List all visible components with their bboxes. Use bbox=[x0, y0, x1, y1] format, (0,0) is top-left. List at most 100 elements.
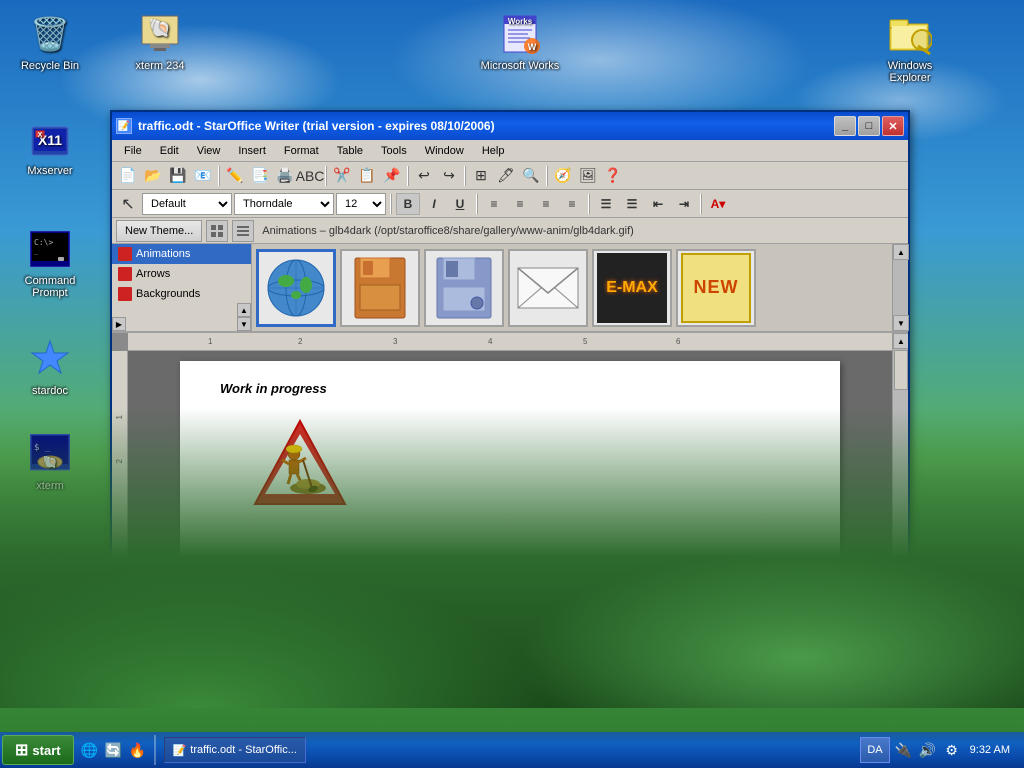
scroll-down-button[interactable]: ▼ bbox=[893, 614, 908, 630]
title-bar: 📝 traffic.odt - StarOffice Writer (trial… bbox=[112, 112, 908, 140]
insert-mode[interactable]: INSRT bbox=[372, 648, 432, 668]
save-button[interactable]: 💾 bbox=[166, 165, 190, 187]
desktop-icon-xterm[interactable]: $ _ 🐚 xterm bbox=[10, 430, 90, 492]
spellcheck-button[interactable]: ABC bbox=[298, 165, 322, 187]
draw-button[interactable]: 🖊 bbox=[494, 165, 518, 187]
menu-format[interactable]: Format bbox=[276, 143, 327, 159]
gallery-button[interactable]: 🖼 bbox=[576, 165, 600, 187]
menu-window[interactable]: Window bbox=[417, 143, 472, 159]
redo-button[interactable]: ↪ bbox=[437, 165, 461, 187]
align-right-button[interactable]: ≡ bbox=[534, 193, 558, 215]
menu-table[interactable]: Table bbox=[329, 143, 371, 159]
help-button[interactable]: ❓ bbox=[601, 165, 625, 187]
justify-button[interactable]: ≡ bbox=[560, 193, 584, 215]
align-center-button[interactable]: ≡ bbox=[508, 193, 532, 215]
email-button[interactable]: 📧 bbox=[191, 165, 215, 187]
menu-file[interactable]: File bbox=[116, 143, 150, 159]
gallery-scroll-up[interactable]: ▲ bbox=[893, 244, 909, 260]
category-animations[interactable]: Animations bbox=[112, 244, 251, 264]
gallery-thumb-email[interactable] bbox=[508, 249, 588, 327]
desktop-icon-recycle[interactable]: 🗑️ Recycle Bin bbox=[10, 10, 90, 72]
desktop-icon-stardoc[interactable]: stardoc bbox=[10, 335, 90, 397]
gallery-thumb-disk1[interactable] bbox=[340, 249, 420, 327]
italic-button[interactable]: I bbox=[422, 193, 446, 215]
numlist-button[interactable]: ☰ bbox=[620, 193, 644, 215]
indent-less-button[interactable]: ⇤ bbox=[646, 193, 670, 215]
list-button[interactable]: ☰ bbox=[594, 193, 618, 215]
category-scroll-up[interactable]: ▲ bbox=[237, 303, 251, 317]
gallery-thumb-disk2[interactable] bbox=[424, 249, 504, 327]
maximize-button[interactable]: □ bbox=[858, 116, 880, 136]
bold-button[interactable]: B bbox=[396, 193, 420, 215]
table-button[interactable]: ⊞ bbox=[469, 165, 493, 187]
category-arrows[interactable]: Arrows bbox=[112, 264, 251, 284]
undo-button[interactable]: ↩ bbox=[412, 165, 436, 187]
scroll-page-up[interactable]: ▲▲ bbox=[893, 582, 908, 598]
underline-button[interactable]: U bbox=[448, 193, 472, 215]
menu-tools[interactable]: Tools bbox=[373, 143, 415, 159]
category-scroll-down[interactable]: ▼ bbox=[237, 317, 251, 331]
language-button[interactable]: DA bbox=[860, 737, 889, 763]
menu-view[interactable]: View bbox=[189, 143, 229, 159]
scroll-left-button[interactable]: ◀ bbox=[112, 631, 128, 647]
category-expand[interactable]: ▶ bbox=[112, 317, 126, 331]
scroll-right-button[interactable]: ▶ bbox=[892, 631, 908, 647]
doc-scroll-area[interactable]: Work in progress bbox=[128, 351, 892, 630]
gallery-thumb-new[interactable]: NEW bbox=[676, 249, 756, 327]
font-dropdown[interactable]: Thorndale bbox=[234, 193, 334, 215]
menu-help[interactable]: Help bbox=[474, 143, 513, 159]
extra-mode[interactable]: * bbox=[532, 648, 562, 668]
desktop-icon-cmdprompt[interactable]: C:\> _ Command Prompt bbox=[10, 225, 90, 299]
quicklaunch-ie[interactable]: 🌐 bbox=[80, 740, 100, 760]
category-backgrounds[interactable]: Backgrounds bbox=[112, 284, 251, 304]
navigator-button[interactable]: 🧭 bbox=[551, 165, 575, 187]
open-button[interactable]: 📂 bbox=[141, 165, 165, 187]
size-dropdown[interactable]: 12 bbox=[336, 193, 386, 215]
hyp-mode[interactable]: HYP bbox=[482, 648, 532, 668]
menu-edit[interactable]: Edit bbox=[152, 143, 187, 159]
cursor-btn[interactable]: ↖ bbox=[116, 193, 140, 215]
desktop-icon-mxserver[interactable]: X11 X Mxserver bbox=[10, 115, 90, 177]
paste-button[interactable]: 📌 bbox=[380, 165, 404, 187]
style-dropdown[interactable]: Default bbox=[142, 193, 232, 215]
edit-doc-button[interactable]: ✏️ bbox=[223, 165, 247, 187]
cut-button[interactable]: ✂️ bbox=[330, 165, 354, 187]
taskbar-app-writer[interactable]: 📝 traffic.odt - StarOffic... bbox=[164, 737, 306, 763]
quicklaunch-1[interactable]: 🔄 bbox=[104, 740, 124, 760]
h-scroll-thumb[interactable] bbox=[145, 633, 225, 645]
close-button[interactable]: ✕ bbox=[882, 116, 904, 136]
gallery-scroll-down[interactable]: ▼ bbox=[893, 315, 909, 331]
gallery-thumb-globe[interactable] bbox=[256, 249, 336, 327]
font-color-button[interactable]: A▾ bbox=[706, 193, 730, 215]
minimize-button[interactable]: _ bbox=[834, 116, 856, 136]
new-theme-button[interactable]: New Theme... bbox=[116, 220, 202, 242]
start-button[interactable]: ⊞ start bbox=[2, 735, 74, 765]
msworks-icon: Works W bbox=[496, 10, 544, 58]
gallery-thumb-emax[interactable]: E-MAX bbox=[592, 249, 672, 327]
tray-misc[interactable]: ⚙ bbox=[942, 740, 962, 760]
menu-insert[interactable]: Insert bbox=[230, 143, 274, 159]
copy-button[interactable]: 📋 bbox=[355, 165, 379, 187]
desktop-icon-msworks[interactable]: Works W Microsoft Works bbox=[480, 10, 560, 72]
mxserver-icon: X11 X bbox=[26, 115, 74, 163]
scroll-page-down[interactable]: ▼▼ bbox=[893, 598, 908, 614]
scroll-up-button[interactable]: ▲ bbox=[893, 333, 908, 349]
desktop-icon-xterm234[interactable]: 🐚 xterm 234 bbox=[120, 10, 200, 72]
find-button[interactable]: 🔍 bbox=[519, 165, 543, 187]
indent-more-button[interactable]: ⇥ bbox=[672, 193, 696, 215]
desktop-icon-winexplorer[interactable]: Windows Explorer bbox=[870, 10, 950, 84]
scroll-thumb[interactable] bbox=[894, 350, 908, 390]
quicklaunch-2[interactable]: 🔥 bbox=[128, 740, 148, 760]
tray-network[interactable]: 🔌 bbox=[894, 740, 914, 760]
gallery-view-grid[interactable] bbox=[206, 220, 228, 242]
align-left-button[interactable]: ≡ bbox=[482, 193, 506, 215]
desktop-icon-firefox[interactable]: 🦊 firefox bbox=[10, 545, 90, 607]
pdf-button[interactable]: 📑 bbox=[248, 165, 272, 187]
print-button[interactable]: 🖨️ bbox=[273, 165, 297, 187]
new-doc-button[interactable]: 📄 bbox=[116, 165, 140, 187]
gallery-view-list[interactable] bbox=[232, 220, 254, 242]
h-scroll-track[interactable] bbox=[144, 632, 892, 646]
system-clock[interactable]: 9:32 AM bbox=[966, 744, 1014, 756]
tray-sound[interactable]: 🔊 bbox=[918, 740, 938, 760]
std-mode[interactable]: STD bbox=[432, 648, 482, 668]
